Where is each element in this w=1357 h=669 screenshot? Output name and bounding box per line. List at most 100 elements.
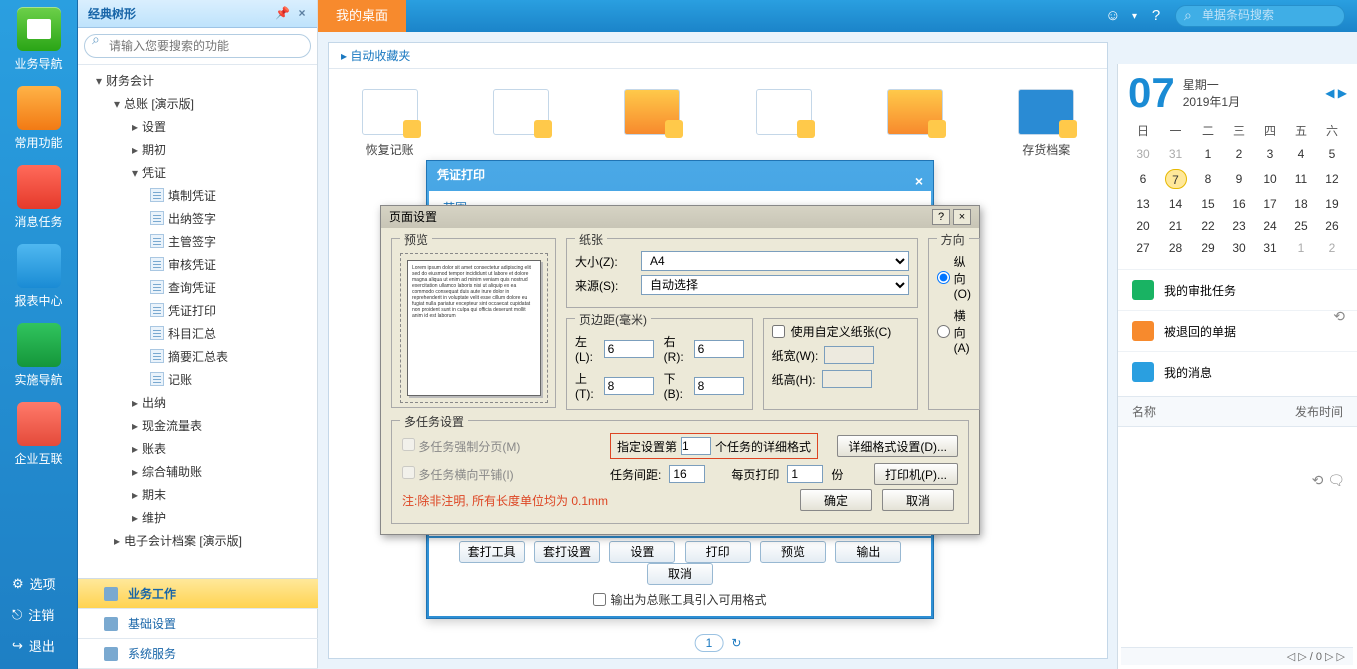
node-aux[interactable]: ▸综合辅助账 (78, 460, 317, 483)
paper-width-input[interactable] (824, 346, 874, 364)
tree-view[interactable]: ▾财务会计 ▾总账 [演示版] ▸设置 ▸期初 ▾凭证 填制凭证 出纳签字 主管… (78, 65, 317, 575)
output-format-checkbox[interactable] (593, 593, 606, 606)
cal-day-cell[interactable]: 21 (1158, 215, 1192, 237)
print-dialog-close-icon[interactable]: × (911, 167, 927, 183)
auto-favorites-header[interactable]: 自动收藏夹 (329, 43, 1107, 69)
cal-day-cell[interactable]: 14 (1158, 193, 1192, 215)
cal-day-cell[interactable]: 29 (1193, 237, 1224, 259)
cal-day-cell[interactable]: 30 (1128, 143, 1159, 165)
cal-day-cell[interactable]: 22 (1193, 215, 1224, 237)
nav-implement[interactable]: 实施导航 (0, 316, 77, 395)
cal-day-cell[interactable]: 10 (1255, 165, 1286, 193)
calendar-grid[interactable]: 日一二三四五六 30311234567891011121314151617181… (1128, 118, 1348, 259)
leaf-post[interactable]: 记账 (78, 368, 317, 391)
page-setup-close-icon[interactable]: × (953, 209, 971, 225)
cal-day-cell[interactable]: 6 (1128, 165, 1159, 193)
icon-blank-4[interactable] (884, 89, 945, 158)
ok-button[interactable]: 确定 (800, 489, 872, 511)
smiley-icon[interactable]: ☺ (1104, 7, 1122, 25)
pin-icon[interactable]: 📌 (275, 6, 289, 20)
cal-day-cell[interactable]: 13 (1128, 193, 1159, 215)
paper-size-select[interactable]: A4 (641, 251, 909, 271)
node-cashier[interactable]: ▸出纳 (78, 391, 317, 414)
node-settings[interactable]: ▸设置 (78, 115, 317, 138)
tree-search-input[interactable] (84, 34, 311, 58)
cal-day-cell[interactable]: 23 (1224, 215, 1255, 237)
nav-enterprise[interactable]: 企业互联 (0, 395, 77, 474)
btn-settings[interactable]: 设置 (609, 541, 675, 563)
cal-day-cell[interactable]: 31 (1255, 237, 1286, 259)
cal-day-cell[interactable]: 28 (1158, 237, 1192, 259)
publish-pager[interactable]: ◁ ▷ / 0 ▷ ▷ (1121, 647, 1353, 665)
cal-next-icon[interactable]: ▶ (1338, 86, 1347, 100)
margin-top-input[interactable] (604, 377, 654, 395)
task-messages[interactable]: 我的消息 (1118, 351, 1357, 392)
leaf-manager-sign[interactable]: 主管签字 (78, 230, 317, 253)
cal-day-cell[interactable]: 16 (1224, 193, 1255, 215)
tab-business-work[interactable]: 业务工作 (78, 579, 318, 609)
leaf-query[interactable]: 查询凭证 (78, 276, 317, 299)
nav-business[interactable]: 业务导航 (0, 0, 77, 79)
detail-format-button[interactable]: 详细格式设置(D)... (837, 435, 958, 457)
cal-day-cell[interactable]: 24 (1255, 215, 1286, 237)
nav-frequent[interactable]: 常用功能 (0, 79, 77, 158)
btn-preview[interactable]: 预览 (760, 541, 826, 563)
cal-day-cell[interactable]: 11 (1285, 165, 1316, 193)
task-gap-input[interactable] (669, 465, 705, 483)
cal-day-cell[interactable]: 2 (1224, 143, 1255, 165)
node-earchive[interactable]: ▸电子会计档案 [演示版] (78, 529, 317, 552)
tab-system-service[interactable]: 系统服务 (78, 639, 318, 669)
cal-day-cell[interactable]: 1 (1285, 237, 1316, 259)
custom-paper-checkbox[interactable] (772, 325, 785, 338)
cal-day-cell[interactable]: 31 (1158, 143, 1192, 165)
cal-day-cell[interactable]: 2 (1316, 237, 1347, 259)
nav-messages[interactable]: 消息任务 (0, 158, 77, 237)
nav-reports[interactable]: 报表中心 (0, 237, 77, 316)
leaf-cashier-sign[interactable]: 出纳签字 (78, 207, 317, 230)
logout-link[interactable]: ⎋注销 (0, 599, 77, 630)
leaf-audit[interactable]: 审核凭证 (78, 253, 317, 276)
cal-day-cell[interactable]: 9 (1224, 165, 1255, 193)
leaf-subject-summary[interactable]: 科目汇总 (78, 322, 317, 345)
task-number-stepper[interactable] (681, 437, 711, 455)
page-setup-titlebar[interactable]: 页面设置 ? × (381, 206, 979, 228)
cal-day-cell[interactable]: 3 (1255, 143, 1286, 165)
cal-day-cell[interactable]: 20 (1128, 215, 1159, 237)
cal-day-cell[interactable]: 8 (1193, 165, 1224, 193)
leaf-fill[interactable]: 填制凭证 (78, 184, 317, 207)
margin-right-input[interactable] (694, 340, 744, 358)
exit-link[interactable]: ↪退出 (0, 630, 77, 661)
barcode-search-input[interactable]: 单据条码搜索 (1175, 5, 1345, 27)
btn-print[interactable]: 打印 (685, 541, 751, 563)
node-general-ledger[interactable]: ▾总账 [演示版] (78, 92, 317, 115)
node-voucher[interactable]: ▾凭证 (78, 161, 317, 184)
node-period-end[interactable]: ▸期末 (78, 483, 317, 506)
cal-day-cell[interactable]: 5 (1316, 143, 1347, 165)
margin-bottom-input[interactable] (694, 377, 744, 395)
btn-export[interactable]: 输出 (835, 541, 901, 563)
node-books[interactable]: ▸账表 (78, 437, 317, 460)
tab-my-desktop[interactable]: 我的桌面 (318, 0, 406, 32)
printer-button[interactable]: 打印机(P)... (874, 463, 958, 485)
refresh-icon[interactable]: ↻ (731, 636, 741, 650)
node-initial[interactable]: ▸期初 (78, 138, 317, 161)
task-rejected[interactable]: 被退回的单据 (1118, 310, 1357, 351)
cal-day-cell[interactable]: 17 (1255, 193, 1286, 215)
cal-day-cell[interactable]: 26 (1316, 215, 1347, 237)
chevron-down-icon[interactable]: ▾ (1132, 11, 1137, 22)
panel-close-icon[interactable]: × (295, 6, 309, 20)
cal-prev-icon[interactable]: ◀ (1325, 86, 1334, 100)
btn-print-tool[interactable]: 套打工具 (459, 541, 525, 563)
cal-day-cell[interactable]: 15 (1193, 193, 1224, 215)
leaf-print[interactable]: 凭证打印 (78, 299, 317, 322)
paper-source-select[interactable]: 自动选择 (641, 275, 909, 295)
cancel-button[interactable]: 取消 (882, 489, 954, 511)
node-maintain[interactable]: ▸维护 (78, 506, 317, 529)
icon-inventory[interactable]: 存货档案 (1016, 89, 1077, 158)
node-finance[interactable]: ▾财务会计 (78, 69, 317, 92)
icon-blank-3[interactable] (753, 89, 814, 158)
cal-day-cell[interactable]: 25 (1285, 215, 1316, 237)
paper-height-input[interactable] (822, 370, 872, 388)
btn-print-setup[interactable]: 套打设置 (534, 541, 600, 563)
node-cashflow[interactable]: ▸现金流量表 (78, 414, 317, 437)
